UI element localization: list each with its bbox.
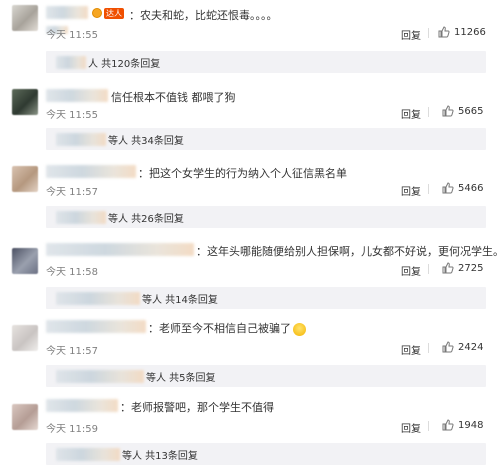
comment-time: 今天 11:58	[46, 267, 98, 278]
crying-emoji-icon	[293, 322, 306, 336]
more-replies-link[interactable]: 等人 共13条回复	[122, 447, 198, 462]
avatar[interactable]	[12, 248, 38, 274]
comment-text: ：老师报警吧，那个学生不值得	[120, 401, 274, 414]
divider	[428, 343, 429, 353]
reply-users	[56, 56, 86, 69]
reply-button[interactable]: 回复	[401, 183, 421, 198]
sub-replies-box[interactable]: 等人 共5条回复	[46, 365, 486, 387]
more-replies-link[interactable]: 人 共120条回复	[88, 55, 160, 70]
comment-time: 今天 11:57	[46, 187, 98, 198]
reply-button[interactable]: 回复	[401, 106, 421, 121]
thumbs-up-icon	[442, 262, 454, 274]
avatar[interactable]	[12, 166, 38, 192]
comment-text-body: ：老师至今不相信自己被骗了	[148, 322, 291, 335]
comment-time: 今天 11:55	[46, 110, 98, 121]
divider	[428, 28, 429, 38]
like-count: 11266	[454, 26, 486, 38]
username[interactable]	[46, 399, 118, 412]
username[interactable]	[46, 165, 136, 178]
more-replies-link[interactable]: 等人 共5条回复	[146, 369, 216, 384]
avatar[interactable]	[12, 325, 38, 351]
like-button[interactable]: 11266	[438, 26, 486, 38]
divider	[428, 421, 429, 431]
comment-text: 信任根本不值钱 都喂了狗	[111, 91, 236, 104]
comment-time: 今天 11:57	[46, 346, 98, 357]
thumbs-up-icon	[438, 26, 450, 38]
reply-button[interactable]: 回复	[401, 27, 421, 42]
sub-replies-box[interactable]: 人 共120条回复	[46, 51, 486, 73]
username[interactable]	[46, 243, 194, 256]
thumbs-up-icon	[442, 105, 454, 117]
like-button[interactable]: 5466	[442, 182, 483, 194]
comment-time: 今天 11:55	[46, 30, 98, 41]
talent-badge: 达人	[104, 8, 124, 19]
like-button[interactable]: 5665	[442, 105, 483, 117]
more-replies-link[interactable]: 等人 共14条回复	[142, 291, 218, 306]
like-count: 2424	[458, 341, 484, 353]
divider	[428, 184, 429, 194]
avatar[interactable]	[12, 5, 38, 31]
like-button[interactable]: 1948	[442, 419, 483, 431]
vip-icon	[92, 8, 102, 18]
reply-button[interactable]: 回复	[401, 420, 421, 435]
reply-button[interactable]: 回复	[401, 263, 421, 278]
username[interactable]	[46, 6, 88, 19]
sub-replies-box[interactable]: 等人 共34条回复	[46, 128, 486, 150]
avatar[interactable]	[12, 89, 38, 115]
reply-users	[56, 211, 106, 224]
divider	[428, 107, 429, 117]
thumbs-up-icon	[442, 419, 454, 431]
like-count: 5466	[458, 182, 484, 194]
username[interactable]	[46, 89, 108, 102]
sub-replies-box[interactable]: 等人 共26条回复	[46, 206, 486, 228]
username[interactable]	[46, 320, 146, 333]
comment-text: ：把这个女学生的行为纳入个人征信黑名单	[138, 167, 347, 180]
reply-button[interactable]: 回复	[401, 342, 421, 357]
like-count: 2725	[458, 262, 484, 274]
like-count: 1948	[458, 419, 484, 431]
like-count: 5665	[458, 105, 484, 117]
like-button[interactable]: 2424	[442, 341, 483, 353]
reply-users	[56, 133, 106, 146]
thumbs-up-icon	[442, 182, 454, 194]
reply-users	[56, 448, 120, 461]
more-replies-link[interactable]: 等人 共26条回复	[108, 210, 184, 225]
sub-replies-box[interactable]: 等人 共13条回复	[46, 443, 486, 465]
more-replies-link[interactable]: 等人 共34条回复	[108, 132, 184, 147]
comment-text: ：老师至今不相信自己被骗了	[148, 320, 306, 336]
divider	[428, 264, 429, 274]
comment-text: ：这年头哪能随便给别人担保啊，儿女都不好说，更何况学生。	[196, 245, 500, 258]
reply-users	[56, 292, 140, 305]
avatar[interactable]	[12, 404, 38, 430]
comment-text: ：农夫和蛇，比蛇还恨毒。。。。	[129, 9, 278, 22]
comment-time: 今天 11:59	[46, 424, 98, 435]
reply-users	[56, 370, 144, 383]
sub-replies-box[interactable]: 等人 共14条回复	[46, 287, 486, 309]
like-button[interactable]: 2725	[442, 262, 483, 274]
thumbs-up-icon	[442, 341, 454, 353]
